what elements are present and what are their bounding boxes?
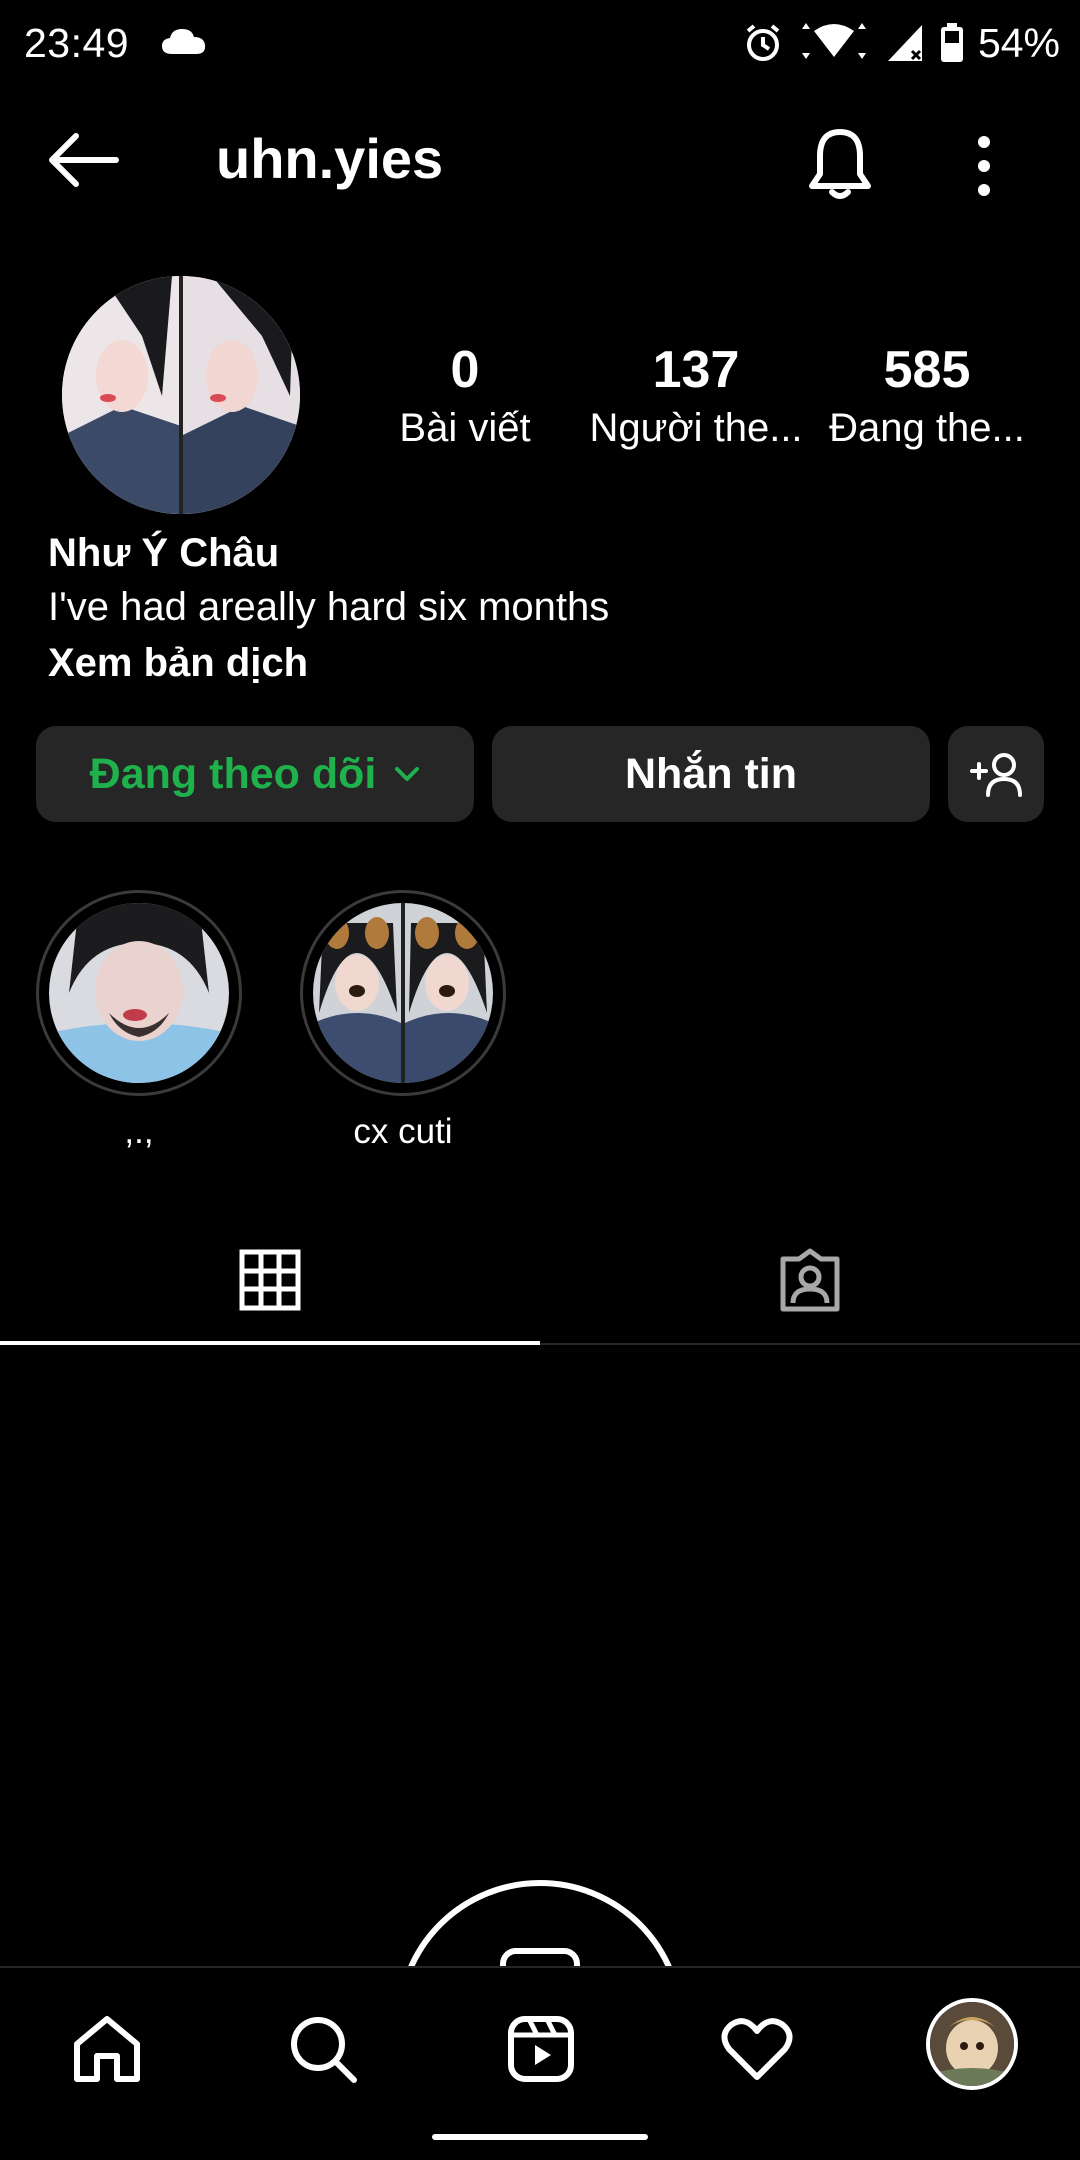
stat-posts-count: 0 xyxy=(450,341,480,399)
stat-followers-count: 137 xyxy=(652,341,740,399)
profile-avatar-image xyxy=(930,2002,1014,2086)
stat-followers[interactable]: 137 Người the... xyxy=(584,338,808,454)
highlight-label: ,., xyxy=(124,1112,154,1151)
highlight-ring xyxy=(300,890,506,1096)
stat-following[interactable]: 585 Đang the... xyxy=(818,338,1036,454)
highlight-ring xyxy=(36,890,242,1096)
battery-icon xyxy=(940,23,963,62)
suggest-users-button[interactable] xyxy=(948,726,1044,822)
grid-icon xyxy=(239,1249,301,1311)
avatar-image xyxy=(62,276,300,514)
tab-posts-grid[interactable] xyxy=(0,1215,540,1345)
profile-bio: I've had areally hard six months xyxy=(48,585,610,629)
home-indicator[interactable] xyxy=(432,2134,648,2140)
story-highlight[interactable]: cx cuti xyxy=(298,890,508,1154)
bottom-nav xyxy=(0,1966,1080,2160)
status-bar: 23:49 54% xyxy=(0,0,1080,90)
stat-posts[interactable]: 0 Bài viết xyxy=(380,338,550,454)
profile-username: uhn.yies xyxy=(216,127,444,190)
status-time: 23:49 xyxy=(24,20,130,66)
following-button[interactable]: Đang theo dõi xyxy=(36,726,474,822)
message-button-label: Nhắn tin xyxy=(625,749,797,798)
heart-icon xyxy=(721,2018,793,2080)
back-arrow-icon[interactable] xyxy=(44,128,124,192)
nav-profile-avatar[interactable] xyxy=(926,1998,1018,2090)
following-button-label: Đang theo dõi xyxy=(89,749,377,798)
tagged-icon xyxy=(780,1248,840,1312)
reels-icon xyxy=(508,2016,574,2082)
see-translation-link[interactable]: Xem bản dịch xyxy=(48,638,308,688)
nav-activity[interactable] xyxy=(712,2004,802,2094)
bell-icon[interactable] xyxy=(800,124,880,204)
active-tab-indicator xyxy=(0,1341,540,1345)
cell-signal-icon xyxy=(887,25,922,61)
stat-following-count: 585 xyxy=(883,341,971,399)
search-icon xyxy=(291,2017,357,2083)
profile-header: uhn.yies xyxy=(0,110,1080,210)
battery-percent: 54% xyxy=(977,19,1060,66)
highlight-label: cx cuti xyxy=(353,1112,453,1151)
chevron-down-icon xyxy=(395,767,420,781)
nav-reels[interactable] xyxy=(496,2004,586,2094)
profile-full-name: Như Ý Châu xyxy=(48,531,280,575)
tab-tagged[interactable] xyxy=(540,1215,1080,1345)
stat-posts-label: Bài viết xyxy=(399,406,531,450)
more-vertical-icon[interactable] xyxy=(960,124,1008,204)
stat-following-label: Đang the... xyxy=(829,406,1025,450)
highlight-cover xyxy=(313,903,493,1083)
message-button[interactable]: Nhắn tin xyxy=(492,726,930,822)
wifi-icon xyxy=(801,23,866,59)
nav-search[interactable] xyxy=(278,2004,368,2094)
status-icons: 54% xyxy=(744,18,1060,68)
highlight-cover xyxy=(49,903,229,1083)
cloud-icon xyxy=(162,29,206,54)
profile-avatar[interactable] xyxy=(62,276,300,514)
story-highlight[interactable]: ,., xyxy=(34,890,244,1154)
profile-tabs xyxy=(0,1215,1080,1345)
add-user-icon xyxy=(970,753,1022,797)
home-icon xyxy=(74,2016,140,2082)
stat-followers-label: Người the... xyxy=(589,406,803,450)
alarm-icon xyxy=(746,24,780,61)
nav-home[interactable] xyxy=(62,2004,152,2094)
